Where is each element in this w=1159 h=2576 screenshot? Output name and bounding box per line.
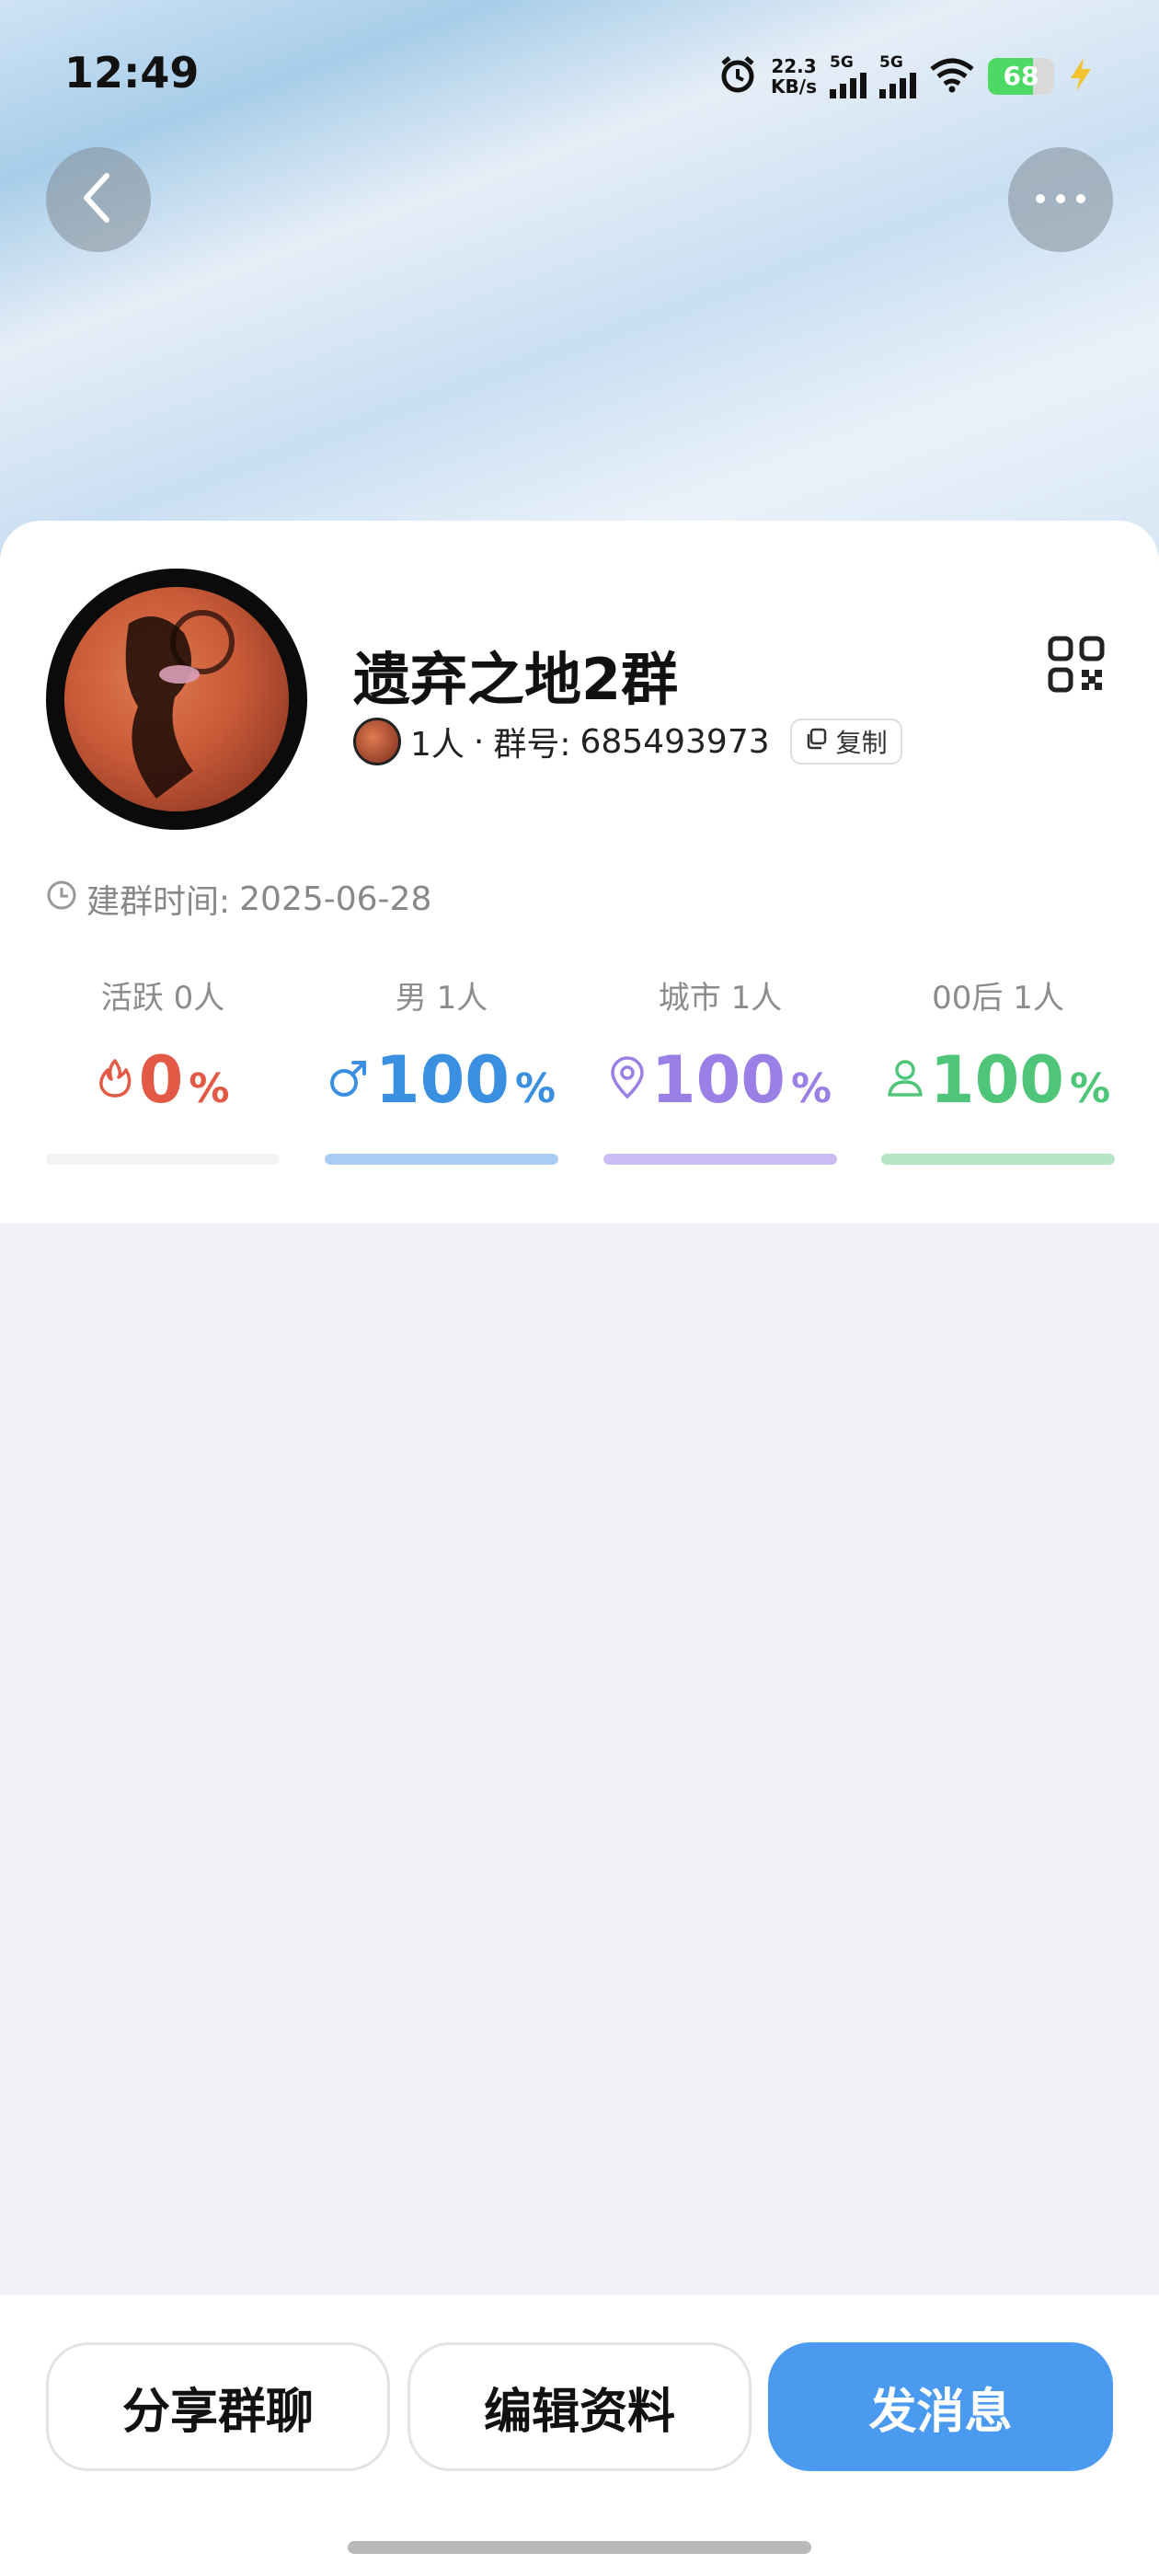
alarm-icon [717, 54, 758, 98]
signal-icon: 5G [830, 52, 866, 98]
qr-code-icon [1047, 636, 1106, 697]
member-count[interactable]: 1人 [410, 718, 465, 765]
group-name: 遗弃之地2群 [353, 646, 679, 713]
more-dots-icon [1033, 191, 1088, 209]
wifi-icon [929, 56, 975, 97]
charging-icon [1067, 56, 1095, 97]
share-group-button[interactable]: 分享群聊 [46, 2342, 390, 2471]
stat-male[interactable]: 男 1人 100 % [325, 975, 558, 1117]
stat-number: 0 [138, 1042, 184, 1118]
status-bar: 12:49 22.3 KB/s 5G 5G 68 [0, 0, 1159, 156]
group-id-label: 群号: [493, 726, 571, 764]
stat-label: 00后 1人 [932, 980, 1064, 1017]
net-speed-unit: KB/s [771, 75, 817, 98]
stat-male-bar [325, 1154, 558, 1165]
net-speed: 22.3 KB/s [771, 56, 817, 97]
stat-number: 100 [650, 1042, 786, 1118]
battery-level: 68 [1003, 61, 1039, 91]
more-button[interactable] [1008, 147, 1113, 252]
stat-number: 100 [374, 1042, 511, 1118]
created-time: 建群时间: 2025-06-28 [46, 876, 431, 922]
stat-age-bar [881, 1154, 1115, 1165]
stat-age[interactable]: 00后 1人 100 % [881, 975, 1115, 1117]
person-icon [886, 1058, 924, 1102]
stat-active[interactable]: 活跃 0人 0 % [46, 975, 280, 1117]
male-icon [327, 1057, 370, 1103]
stat-unit: % [515, 1065, 557, 1112]
location-pin-icon [609, 1056, 646, 1104]
stat-label: 活跃 0人 [100, 980, 225, 1017]
stat-unit: % [791, 1065, 832, 1112]
back-button[interactable] [46, 147, 151, 252]
edit-profile-button[interactable]: 编辑资料 [407, 2342, 752, 2471]
copy-label: 复制 [835, 728, 888, 758]
net-speed-value: 22.3 [771, 55, 817, 77]
stat-city-bar [603, 1154, 837, 1165]
chevron-left-icon [75, 170, 121, 229]
avatar-image [64, 587, 289, 811]
stat-label: 男 1人 [395, 980, 488, 1017]
signal-icon: 5G [879, 52, 916, 98]
signal-1-label: 5G [830, 52, 854, 72]
stat-value: 0 % [46, 1043, 280, 1117]
stat-unit: % [189, 1065, 230, 1112]
stat-value: 100 % [881, 1043, 1115, 1117]
status-time: 12:49 [64, 48, 200, 98]
send-message-button[interactable]: 发消息 [768, 2342, 1113, 2471]
battery-icon: 68 [988, 58, 1054, 95]
created-date: 2025-06-28 [239, 880, 432, 918]
clock-icon [46, 880, 77, 919]
created-label: 建群时间: [86, 883, 231, 921]
stat-label: 城市 1人 [658, 980, 783, 1017]
stat-city[interactable]: 城市 1人 100 % [603, 975, 837, 1117]
meta-separator: · [473, 722, 485, 761]
fire-icon [97, 1057, 133, 1103]
group-avatar[interactable] [46, 569, 307, 830]
stat-number: 100 [929, 1042, 1065, 1118]
group-meta: 1人 · 群号: 685493973 复制 [353, 716, 902, 767]
stat-value: 100 % [603, 1043, 837, 1117]
stat-unit: % [1070, 1065, 1111, 1112]
copy-icon [805, 727, 829, 757]
group-id-value: 685493973 [580, 722, 770, 761]
stat-active-bar [46, 1154, 280, 1165]
qr-code-button[interactable] [1047, 635, 1106, 694]
signal-2-label: 5G [879, 52, 903, 72]
home-indicator[interactable] [348, 2541, 811, 2554]
copy-button[interactable]: 复制 [789, 719, 902, 765]
stat-value: 100 % [325, 1043, 558, 1117]
status-icons: 22.3 KB/s 5G 5G 68 [717, 53, 1095, 99]
member-avatar[interactable] [353, 718, 401, 765]
